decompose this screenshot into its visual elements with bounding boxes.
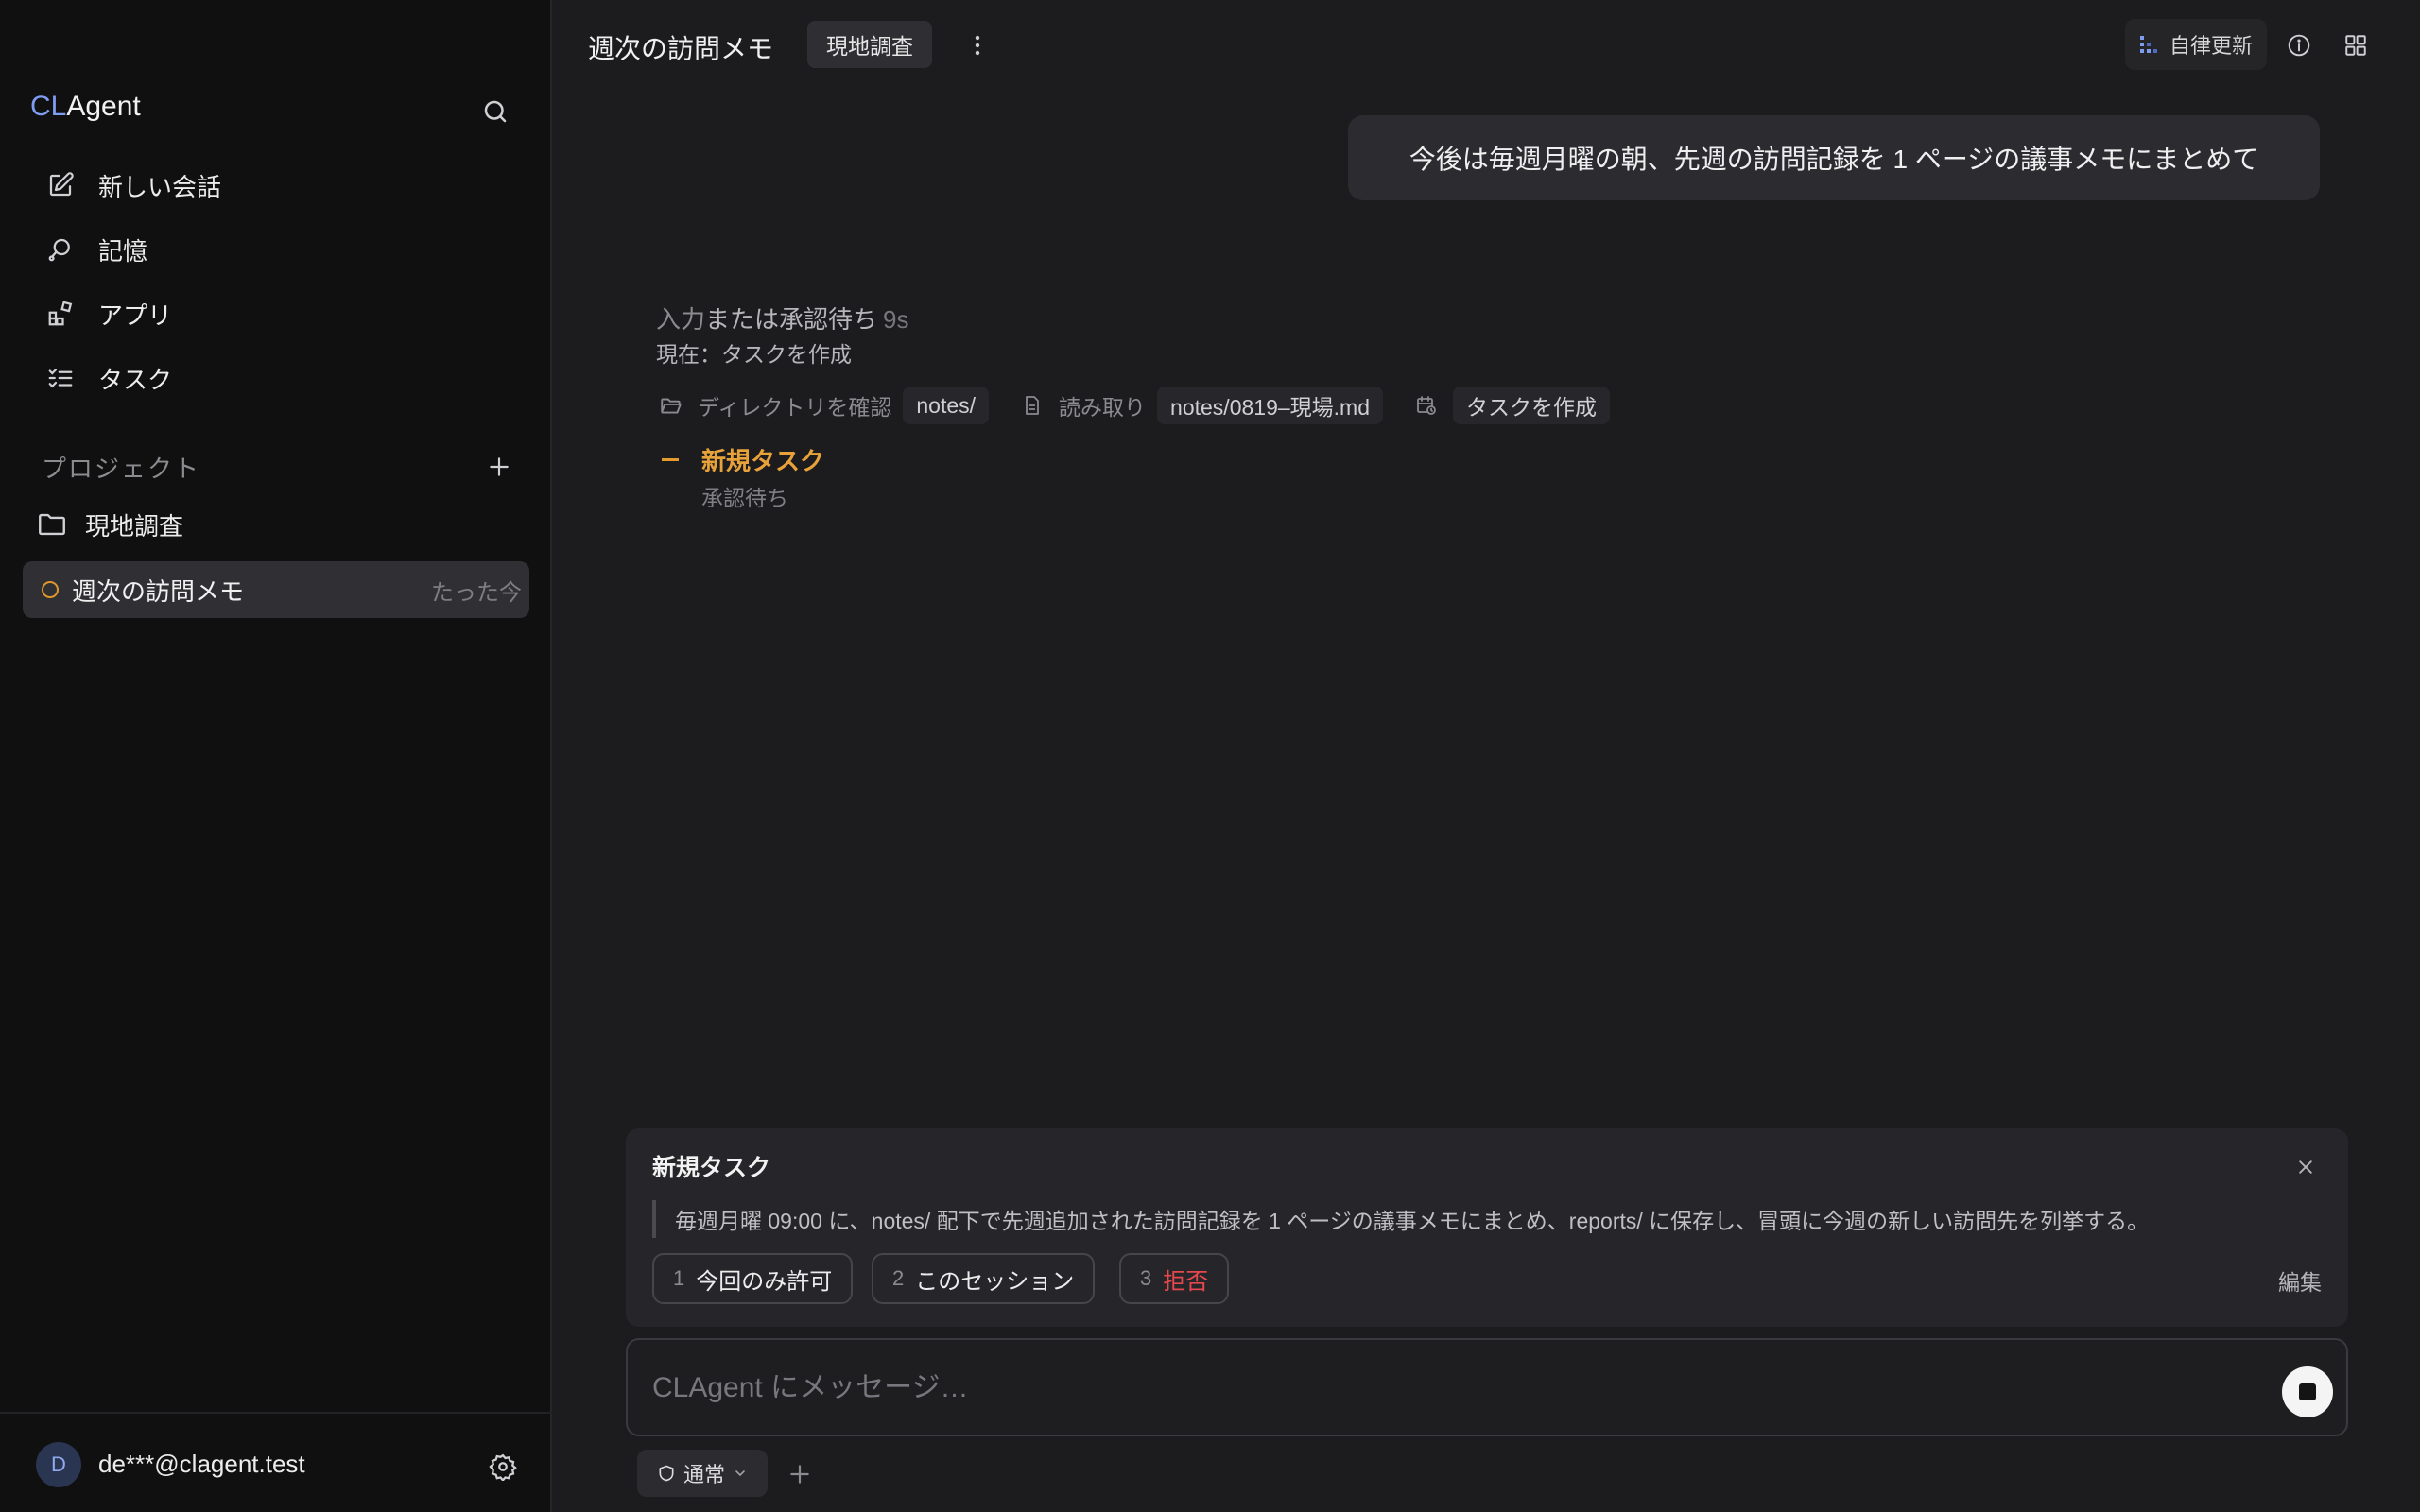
search-icon: [484, 100, 507, 123]
session-title: 週次の訪問メモ: [72, 576, 245, 606]
approval-title: 新規タスク: [652, 1155, 771, 1181]
new-task-status: 承認待ち: [701, 486, 788, 510]
composer: [626, 1338, 2348, 1436]
brand-logo: CLAgent: [30, 91, 141, 122]
add-project-button[interactable]: [484, 450, 514, 484]
project-item[interactable]: 現地調査: [36, 501, 509, 548]
nav-memory[interactable]: 記憶: [38, 223, 510, 276]
edit-icon: [38, 163, 83, 208]
allow-session-button[interactable]: 2 このセッション: [872, 1253, 1096, 1304]
settings-button[interactable]: [484, 1448, 522, 1486]
folder-icon: [39, 513, 65, 536]
chevron-down-icon: [735, 1470, 745, 1476]
session-time: たった今: [431, 579, 522, 606]
bar-chart-icon: [2139, 36, 2157, 53]
stop-icon: [2299, 1383, 2316, 1400]
message-input[interactable]: [652, 1361, 2221, 1416]
nav-apps[interactable]: アプリ: [38, 287, 510, 340]
plus-icon: [490, 457, 509, 476]
new-task-item[interactable]: 新規タスク: [656, 442, 824, 477]
projects-section-label: プロジェクト: [42, 455, 201, 483]
layout-grid-button[interactable]: [2339, 28, 2373, 62]
elapsed-time: 9s: [883, 305, 909, 334]
more-options-button[interactable]: [964, 26, 991, 64]
page-title: 週次の訪問メモ: [588, 34, 774, 63]
calendar-clock-icon: [1411, 390, 1442, 421]
step-chip[interactable]: タスクを作成: [1453, 387, 1610, 424]
auto-update-label: 自律更新: [2169, 34, 2253, 58]
grid-icon: [2345, 35, 2366, 56]
step-label: ディレクトリを確認: [698, 395, 892, 420]
pending-status-icon: [42, 581, 59, 598]
plus-icon: [790, 1465, 809, 1484]
memory-icon: [38, 227, 83, 272]
project-tag-button[interactable]: 現地調査: [807, 21, 932, 68]
auto-update-button[interactable]: 自律更新: [2125, 19, 2267, 70]
pending-dash-icon: [662, 458, 679, 461]
current-step: 現在：タスクを作成: [656, 342, 852, 367]
close-icon: [2299, 1160, 2312, 1174]
avatar[interactable]: D: [36, 1442, 81, 1487]
info-button[interactable]: [2282, 28, 2316, 62]
shield-icon: [659, 1465, 674, 1482]
edit-button[interactable]: 編集: [2278, 1264, 2322, 1297]
apps-icon: [38, 291, 83, 336]
step-chip[interactable]: notes/: [903, 387, 990, 424]
nav-tasks[interactable]: タスク: [38, 352, 510, 404]
info-icon: [2288, 34, 2310, 57]
user-message: 今後は毎週月曜の朝、先週の訪問記録を 1 ページの議事メモにまとめて: [1348, 115, 2320, 200]
folder-open-icon: [656, 390, 686, 421]
gear-icon: [489, 1453, 517, 1481]
deny-button[interactable]: 3 拒否: [1119, 1253, 1230, 1304]
session-item[interactable]: 週次の訪問メモ たった今: [23, 561, 529, 618]
new-task-label: 新規タスク: [701, 447, 825, 475]
tool-steps: ディレクトリを確認 notes/ 読み取り notes/0819–現場.md タ…: [656, 386, 1610, 425]
approval-card: 新規タスク 毎週月曜 09:00 に、notes/ 配下で先週追加された訪問記録…: [626, 1128, 2348, 1327]
allow-once-button[interactable]: 1 今回のみ許可: [652, 1253, 854, 1304]
file-icon: [1017, 390, 1047, 421]
sidebar-search-button[interactable]: [478, 94, 512, 129]
step-chip[interactable]: notes/0819–現場.md: [1157, 387, 1383, 424]
user-email[interactable]: de***@clagent.test: [98, 1450, 305, 1479]
sidebar: CLAgent 新しい会話 記憶 アプリ タスク プロジェクト 現地調査 週次の…: [0, 0, 552, 1512]
project-name: 現地調査: [85, 511, 184, 541]
nav-new-chat[interactable]: 新しい会話: [38, 159, 510, 212]
mode-label: 通常: [683, 1463, 725, 1486]
nav-label: 新しい会話: [98, 172, 222, 201]
mode-selector[interactable]: 通常: [637, 1450, 768, 1497]
step-label: 読み取り: [1059, 395, 1147, 420]
approval-description: 毎週月曜 09:00 に、notes/ 配下で先週追加された訪問記録を 1 ペー…: [652, 1200, 2316, 1238]
stop-button[interactable]: [2282, 1366, 2333, 1418]
add-attachment-button[interactable]: [783, 1457, 817, 1491]
nav-label: タスク: [98, 365, 173, 394]
nav-label: アプリ: [98, 301, 173, 330]
nav-label: 記憶: [98, 236, 148, 266]
close-button[interactable]: [2290, 1151, 2322, 1183]
tasks-icon: [38, 355, 83, 401]
account-footer: D de***@clagent.test: [0, 1412, 552, 1512]
status-line: 入力または承認待ち 9s: [656, 305, 909, 334]
more-vertical-icon: [975, 35, 980, 56]
